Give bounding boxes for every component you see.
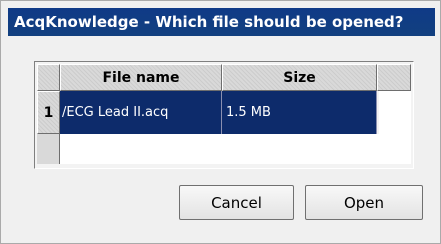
column-header-filler [377,64,411,91]
row-header-empty [37,134,60,164]
table-empty-area [379,91,411,134]
open-button[interactable]: Open [305,185,423,220]
dialog-title: AcqKnowledge - Which file should be open… [14,13,404,31]
column-header-size[interactable]: Size [222,64,377,91]
column-header-file-name[interactable]: File name [60,64,222,91]
table-row[interactable]: 1 /ECG Lead II.acq 1.5 MB [37,91,377,134]
row-number[interactable]: 1 [37,91,60,134]
table-empty-area-lower [60,134,411,164]
table-corner-header [37,64,60,91]
cell-size[interactable]: 1.5 MB [222,91,377,134]
cancel-button[interactable]: Cancel [179,185,294,220]
dialog-window: AcqKnowledge - Which file should be open… [0,0,441,244]
file-table: File name Size 1 /ECG Lead II.acq 1.5 MB [34,61,414,169]
title-bar[interactable]: AcqKnowledge - Which file should be open… [8,8,435,36]
cell-file-name[interactable]: /ECG Lead II.acq [60,91,222,134]
